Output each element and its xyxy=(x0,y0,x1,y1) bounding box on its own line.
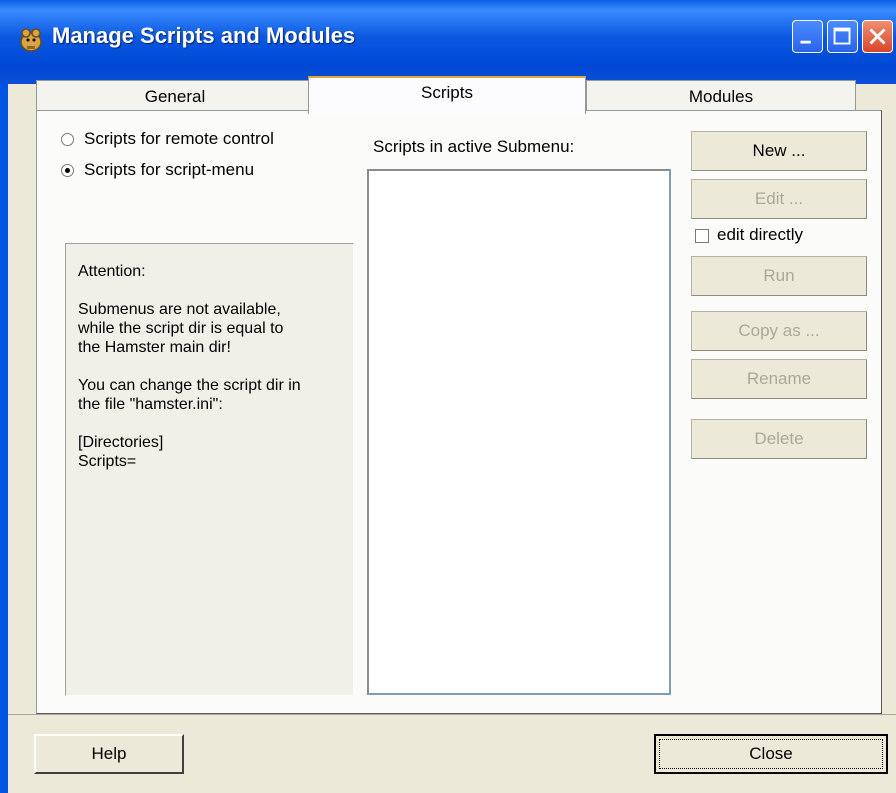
radio-script-menu[interactable]: Scripts for script-menu xyxy=(61,160,254,180)
close-window-button[interactable] xyxy=(862,20,893,53)
dialog-client-area: General Scripts Modules Scripts for remo… xyxy=(8,76,896,793)
delete-button[interactable]: Delete xyxy=(691,419,867,459)
radio-remote-control[interactable]: Scripts for remote control xyxy=(61,129,274,149)
rename-button[interactable]: Rename xyxy=(691,359,867,399)
copy-as-button[interactable]: Copy as ... xyxy=(691,311,867,351)
minimize-button[interactable] xyxy=(792,20,823,53)
maximize-button[interactable] xyxy=(827,20,858,53)
footer-separator xyxy=(8,714,896,715)
edit-button[interactable]: Edit ... xyxy=(691,179,867,219)
attention-text: Attention: Submenus are not available, w… xyxy=(78,263,301,470)
close-button[interactable]: Close xyxy=(654,734,888,774)
tab-scripts[interactable]: Scripts xyxy=(308,76,586,114)
tab-modules-label: Modules xyxy=(688,87,754,106)
window-title: Manage Scripts and Modules xyxy=(52,23,356,48)
radio-remote-control-label: Scripts for remote control xyxy=(84,129,274,148)
tab-modules[interactable]: Modules xyxy=(586,80,856,112)
run-button[interactable]: Run xyxy=(691,256,867,296)
close-icon xyxy=(869,28,886,45)
title-bar[interactable]: Manage Scripts and Modules xyxy=(0,0,896,84)
radio-remote-control-indicator[interactable] xyxy=(61,133,74,147)
edit-directly-box[interactable] xyxy=(695,228,709,243)
close-focus-rect xyxy=(659,739,883,769)
scripts-listbox[interactable] xyxy=(367,169,671,695)
maximize-icon xyxy=(833,27,851,45)
radio-script-menu-indicator[interactable] xyxy=(61,164,74,178)
new-button[interactable]: New ... xyxy=(691,131,867,171)
tab-general[interactable]: General xyxy=(36,80,314,112)
radio-script-menu-label: Scripts for script-menu xyxy=(84,160,255,179)
tab-general-label: General xyxy=(144,87,206,106)
edit-directly-label: edit directly xyxy=(717,225,803,244)
scripts-list-label: Scripts in active Submenu: xyxy=(373,137,575,156)
help-button[interactable]: Help xyxy=(34,734,184,774)
tab-scripts-label: Scripts xyxy=(421,83,473,102)
attention-box: Attention: Submenus are not available, w… xyxy=(65,243,354,696)
minimize-icon xyxy=(800,40,811,44)
scripts-tab-panel: Scripts for remote control Scripts for s… xyxy=(36,110,882,714)
manage-scripts-window: Manage Scripts and Modules General Scrip… xyxy=(0,0,896,793)
edit-directly-checkbox[interactable]: edit directly xyxy=(695,225,803,245)
hamster-app-icon xyxy=(20,28,42,52)
